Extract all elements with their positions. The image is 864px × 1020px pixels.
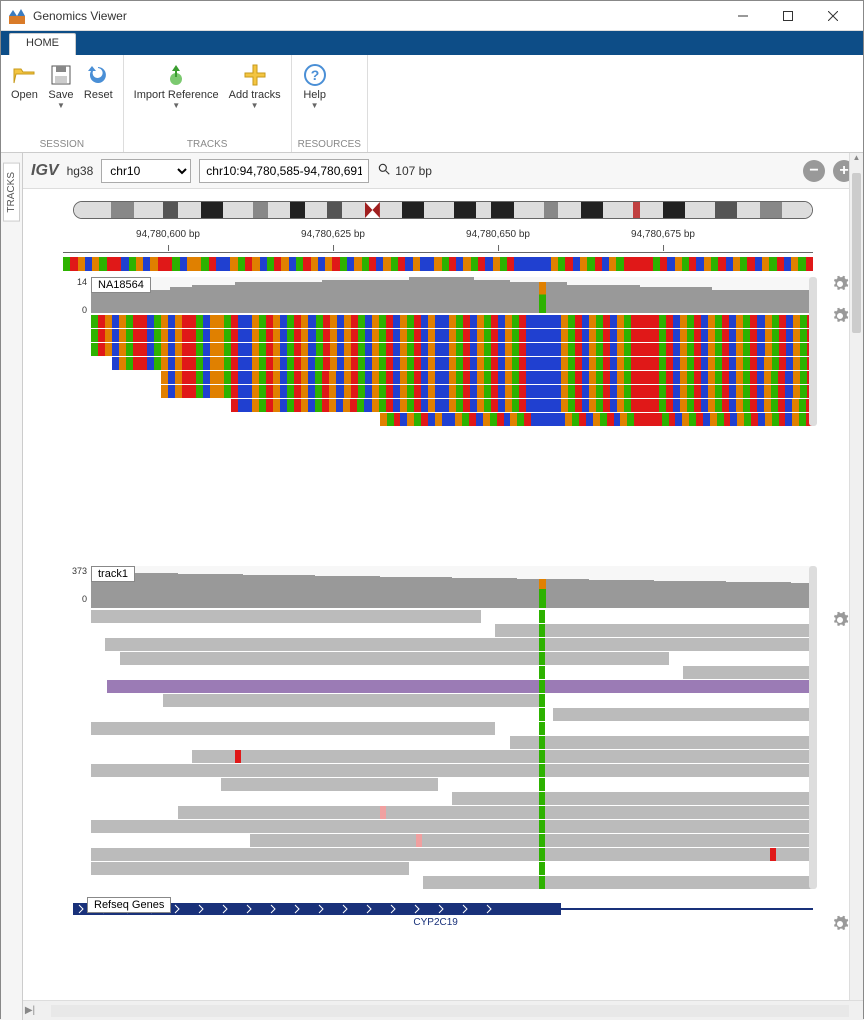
maximize-button[interactable]: [765, 1, 810, 31]
ribbon-group-tracks: Import Reference ▼ Add tracks ▼ TRACKS: [124, 55, 292, 152]
panel-forward-icon[interactable]: ▶|: [23, 1005, 37, 1016]
main-panel: IGV hg38 chr10 107 bp − + 94,780,600 bp9…: [23, 153, 863, 1020]
coverage-plot: [91, 277, 813, 313]
help-icon: ?: [303, 63, 327, 87]
gene-track[interactable]: Refseq Genes CYP2C19: [73, 899, 813, 929]
search-icon: [377, 162, 391, 179]
dropdown-arrow-icon: ▼: [251, 101, 259, 110]
genomic-ruler: 94,780,600 bp94,780,625 bp94,780,650 bp9…: [63, 229, 813, 253]
chromosome-ideogram[interactable]: [73, 201, 813, 219]
reference-sequence-track: [63, 257, 813, 271]
gene-track-label[interactable]: Refseq Genes: [87, 897, 171, 913]
open-button[interactable]: Open: [7, 59, 42, 137]
scrollbar-thumb[interactable]: [852, 173, 861, 333]
content-area: TRACKS IGV hg38 chr10 107 bp − + 94,780,…: [1, 153, 863, 1020]
dropdown-arrow-icon: ▼: [172, 101, 180, 110]
close-button[interactable]: [810, 1, 855, 31]
save-icon: [49, 63, 73, 87]
track-area[interactable]: 94,780,600 bp94,780,625 bp94,780,650 bp9…: [23, 189, 863, 1000]
track-label[interactable]: track1: [91, 566, 135, 582]
tab-home[interactable]: HOME: [9, 33, 76, 55]
ribbon-group-resources: ? Help ▼ RESOURCES: [292, 55, 368, 152]
dropdown-arrow-icon: ▼: [311, 101, 319, 110]
track1-settings-button[interactable]: [831, 307, 849, 325]
folder-open-icon: [12, 63, 36, 87]
gene-track-settings-button[interactable]: [831, 915, 849, 933]
chromosome-select[interactable]: chr10: [101, 159, 191, 183]
locus-span: 107 bp: [377, 162, 432, 179]
minimize-button[interactable]: [720, 1, 765, 31]
igv-toolbar: IGV hg38 chr10 107 bp − +: [23, 153, 863, 189]
dropdown-arrow-icon: ▼: [57, 101, 65, 110]
track-label[interactable]: NA18564: [91, 277, 151, 293]
horizontal-scrollbar[interactable]: [51, 1005, 849, 1017]
alignment-track-na18564[interactable]: 140 NA18564: [33, 277, 853, 426]
ribbon-group-session: Open Save ▼ Reset SESSION: [1, 55, 124, 152]
gene-name-label: CYP2C19: [413, 917, 457, 928]
bottom-status-bar: ▶|: [23, 1000, 863, 1020]
track2-settings-button[interactable]: [831, 611, 849, 629]
gene-intron-line: [561, 908, 813, 910]
alignment-track-track1[interactable]: 3730 track1: [33, 566, 853, 889]
import-reference-icon: [164, 63, 188, 87]
locus-input[interactable]: [199, 159, 369, 183]
zoom-out-button[interactable]: −: [803, 160, 825, 182]
svg-text:?: ?: [310, 67, 319, 83]
title-bar: Genomics Viewer: [1, 1, 863, 31]
help-button[interactable]: ? Help ▼: [298, 59, 332, 137]
vertical-scrollbar[interactable]: ▲ ▼: [849, 153, 863, 1020]
igv-logo: IGV: [31, 162, 59, 180]
app-logo-icon: [9, 8, 25, 24]
ribbon-tabstrip: HOME: [1, 31, 863, 55]
track-resize-grip[interactable]: [809, 277, 817, 426]
add-tracks-button[interactable]: Add tracks ▼: [225, 59, 285, 137]
read-pileup: [91, 610, 813, 889]
save-button[interactable]: Save ▼: [44, 59, 78, 137]
side-panel-tab[interactable]: TRACKS: [1, 153, 23, 1020]
genome-label: hg38: [67, 164, 94, 178]
track-resize-grip[interactable]: [809, 566, 817, 889]
read-pileup: [91, 315, 813, 426]
import-reference-button[interactable]: Import Reference ▼: [130, 59, 223, 137]
ribbon: Open Save ▼ Reset SESSION Import Referen…: [1, 55, 863, 153]
add-tracks-icon: [243, 63, 267, 87]
reset-icon: [86, 63, 110, 87]
coverage-plot: [91, 566, 813, 608]
window-title: Genomics Viewer: [33, 9, 720, 23]
scroll-up-arrow-icon[interactable]: ▲: [850, 153, 863, 167]
reset-button[interactable]: Reset: [80, 59, 117, 137]
